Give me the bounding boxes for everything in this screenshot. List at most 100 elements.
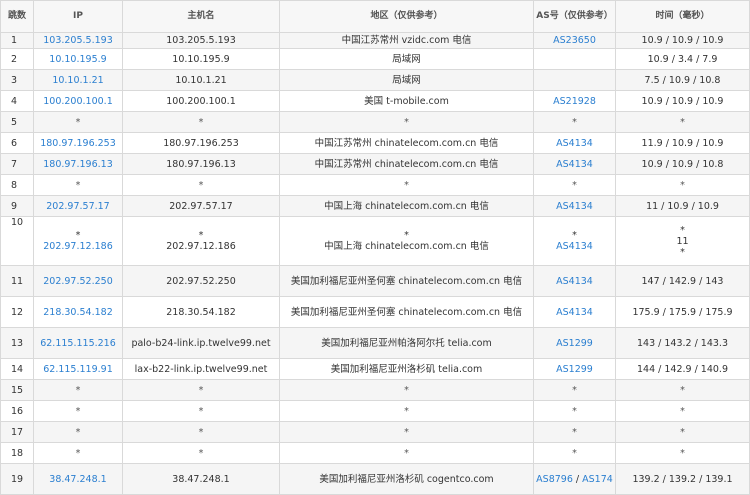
ip-link[interactable]: 10.10.195.9 <box>36 54 120 65</box>
region-cell: * <box>279 421 534 443</box>
time-cell: 10.9 / 10.9 / 10.9 <box>615 32 750 49</box>
as-cell: AS23650 <box>533 32 616 49</box>
as-link[interactable]: AS4134 <box>556 241 593 252</box>
hostname-cell: * 202.97.12.186 <box>122 216 280 266</box>
as-cell: * <box>533 174 616 196</box>
region-cell: 美国加利福尼亚州洛杉矶 cogentco.com <box>279 463 534 495</box>
ip-cell: * <box>33 174 123 196</box>
ip-link[interactable]: 218.30.54.182 <box>36 307 120 318</box>
timeout-star: * <box>404 230 409 241</box>
table-row: 5 * * * * * <box>0 111 750 133</box>
as-link[interactable]: AS4134 <box>556 276 593 287</box>
table-row: 11 202.97.52.250 202.97.52.250 美国加利福尼亚州圣何塞 … <box>0 265 750 297</box>
table-row: 7 180.97.196.13 180.97.196.13 中国江苏常州 chinat… <box>0 153 750 175</box>
table-row: 17 * * * * * <box>0 421 750 443</box>
as-link[interactable]: AS1299 <box>556 338 593 349</box>
time-cell: 10.9 / 10.9 / 10.8 <box>615 153 750 175</box>
table-row: 4 100.200.100.1 100.200.100.1 美国 t-mobile.c… <box>0 90 750 112</box>
as-cell: * <box>533 379 616 401</box>
ip-cell: 62.115.115.216 <box>33 327 123 359</box>
as-cell: * <box>533 421 616 443</box>
ip-link[interactable]: 202.97.12.186 <box>36 241 120 252</box>
hop-cell: 17 <box>0 421 34 443</box>
as-link[interactable]: AS174 <box>582 474 613 485</box>
hostname-cell: 180.97.196.13 <box>122 153 280 175</box>
region-cell: * 中国上海 chinatelecom.com.cn 电信 <box>279 216 534 266</box>
table-row: 19 38.47.248.1 38.47.248.1 美国加利福尼亚州洛杉矶 coge… <box>0 463 750 495</box>
region-cell: 美国加利福尼亚州圣何塞 chinatelecom.com.cn 电信 <box>279 265 534 297</box>
ip-link[interactable]: 103.205.5.193 <box>36 35 120 46</box>
ip-link[interactable]: 10.10.1.21 <box>36 75 120 86</box>
time-cell: 11.9 / 10.9 / 10.9 <box>615 132 750 154</box>
ip-link[interactable]: 62.115.119.91 <box>36 364 120 375</box>
ip-cell: * <box>33 111 123 133</box>
hostname-cell: 10.10.1.21 <box>122 69 280 91</box>
as-link[interactable]: AS21928 <box>553 96 596 107</box>
as-cell: * <box>533 400 616 422</box>
ip-cell: 218.30.54.182 <box>33 296 123 328</box>
table-row: 3 10.10.1.21 10.10.1.21 局域网 7.5 / 10.9 / 10.… <box>0 69 750 91</box>
as-link[interactable]: AS4134 <box>556 159 593 170</box>
as-link[interactable]: AS8796 <box>536 474 573 485</box>
time-cell: 7.5 / 10.9 / 10.8 <box>615 69 750 91</box>
hop-cell: 4 <box>0 90 34 112</box>
hop-cell: 16 <box>0 400 34 422</box>
ip-cell: 100.200.100.1 <box>33 90 123 112</box>
ip-cell: * <box>33 379 123 401</box>
time-cell: * 11 * <box>615 216 750 266</box>
ip-cell: 180.97.196.13 <box>33 153 123 175</box>
time-cell: * <box>615 421 750 443</box>
as-link[interactable]: AS1299 <box>556 364 593 375</box>
hop-cell: 3 <box>0 69 34 91</box>
ip-link[interactable]: 180.97.196.253 <box>36 138 120 149</box>
hop-cell: 1 <box>0 32 34 49</box>
region-cell: 局域网 <box>279 69 534 91</box>
table-row: 14 62.115.119.91 lax-b22-link.ip.twelve99.… <box>0 358 750 380</box>
as-link[interactable]: AS4134 <box>556 307 593 318</box>
as-link[interactable]: AS23650 <box>553 35 596 46</box>
hop-cell: 18 <box>0 442 34 464</box>
hop-cell: 5 <box>0 111 34 133</box>
ip-link[interactable]: 100.200.100.1 <box>36 96 120 107</box>
hostname-cell: 202.97.52.250 <box>122 265 280 297</box>
as-link[interactable]: AS4134 <box>556 201 593 212</box>
hop-cell: 6 <box>0 132 34 154</box>
region-cell: * <box>279 400 534 422</box>
as-cell <box>533 48 616 70</box>
time-cell: * <box>615 111 750 133</box>
ip-link[interactable]: 62.115.115.216 <box>36 338 120 349</box>
hostname-text: 202.97.12.186 <box>166 241 236 252</box>
hop-cell: 2 <box>0 48 34 70</box>
ip-cell: 180.97.196.253 <box>33 132 123 154</box>
time-cell: 175.9 / 175.9 / 175.9 <box>615 296 750 328</box>
region-cell: 美国加利福尼亚州圣何塞 chinatelecom.com.cn 电信 <box>279 296 534 328</box>
header-as: AS号（仅供参考） <box>533 0 616 33</box>
hostname-cell: lax-b22-link.ip.twelve99.net <box>122 358 280 380</box>
as-cell: * <box>533 442 616 464</box>
ip-link[interactable]: 38.47.248.1 <box>36 474 120 485</box>
time-cell: 11 / 10.9 / 10.9 <box>615 195 750 217</box>
hop-cell: 19 <box>0 463 34 495</box>
region-cell: 局域网 <box>279 48 534 70</box>
ip-link[interactable]: 202.97.52.250 <box>36 276 120 287</box>
as-link[interactable]: AS4134 <box>556 138 593 149</box>
region-cell: 美国 t-mobile.com <box>279 90 534 112</box>
ip-cell: * <box>33 421 123 443</box>
time-cell: 10.9 / 10.9 / 10.9 <box>615 90 750 112</box>
hostname-cell: 10.10.195.9 <box>122 48 280 70</box>
hop-cell: 13 <box>0 327 34 359</box>
hostname-cell: 180.97.196.253 <box>122 132 280 154</box>
hop-cell: 7 <box>0 153 34 175</box>
ip-link[interactable]: 180.97.196.13 <box>36 159 120 170</box>
table-row: 8 * * * * * <box>0 174 750 196</box>
table-row: 2 10.10.195.9 10.10.195.9 局域网 10.9 / 3.4 / 7… <box>0 48 750 70</box>
hostname-cell: * <box>122 111 280 133</box>
table-row: 13 62.115.115.216 palo-b24-link.ip.twelve9… <box>0 327 750 359</box>
time-cell: 139.2 / 139.2 / 139.1 <box>615 463 750 495</box>
hostname-cell: * <box>122 400 280 422</box>
ip-link[interactable]: 202.97.57.17 <box>36 201 120 212</box>
ip-cell: * <box>33 442 123 464</box>
time-cell: 147 / 142.9 / 143 <box>615 265 750 297</box>
header-time: 时间（毫秒） <box>615 0 750 33</box>
region-cell: 中国上海 chinatelecom.com.cn 电信 <box>279 195 534 217</box>
